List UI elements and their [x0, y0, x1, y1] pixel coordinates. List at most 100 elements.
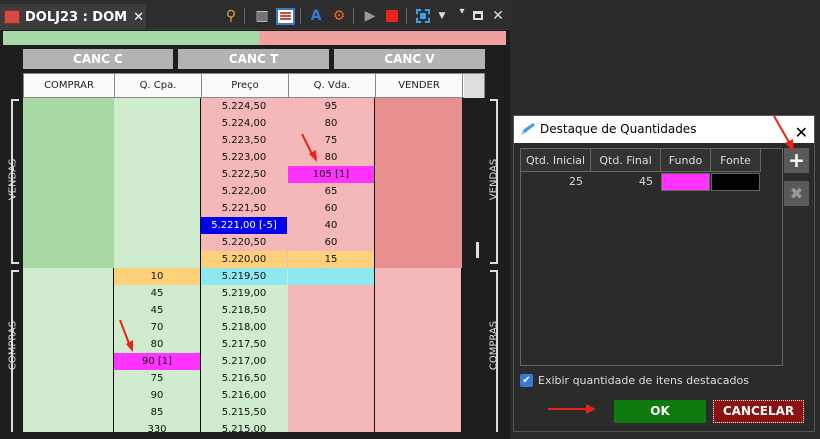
price-cell[interactable]: 5.218,00 [201, 319, 287, 336]
qvda-cell[interactable]: 60 [288, 200, 374, 217]
qcpa-column: 10 45 45 70 80 90 [1] 75 90 85 330 [114, 98, 201, 435]
best-bid-band [288, 268, 374, 285]
qcpa-cell[interactable]: 45 [114, 285, 200, 302]
canc-v-button[interactable]: CANC V [334, 49, 485, 69]
price-cell[interactable]: 5.217,00 [201, 353, 287, 370]
header-comprar[interactable]: COMPRAR [24, 74, 115, 98]
price-cell[interactable]: 5.217,50 [201, 336, 287, 353]
price-cell[interactable]: 5.224,50 [201, 98, 287, 115]
red-arrow-qvda [301, 133, 317, 162]
cell-fundo-color[interactable] [661, 173, 710, 191]
close-window-icon[interactable]: ✕ [489, 7, 507, 25]
qvda-cell[interactable]: 15 [288, 251, 374, 268]
cell-qtd-inicial[interactable]: 25 [521, 173, 591, 191]
header-spacer [464, 74, 484, 98]
vender-sell-zone [375, 98, 462, 268]
grid-view-icon[interactable] [276, 8, 295, 25]
price-cell[interactable]: 5.218,50 [201, 302, 287, 319]
tab-bar: DOLJ23 : DOM ✕ ⚲ ▥ A ⚙ ▶ ▼ ▾ ✕ [0, 0, 510, 30]
price-cell[interactable]: 5.216,00 [201, 387, 287, 404]
compras-label-left: COMPRAS [7, 320, 19, 371]
select-icon[interactable] [416, 9, 430, 23]
columns-icon[interactable]: ▥ [253, 7, 271, 25]
qvda-cell[interactable]: 95 [288, 98, 374, 115]
play-icon[interactable]: ▶ [361, 7, 379, 25]
vendas-label-left: VENDAS [7, 158, 19, 201]
qcpa-cell[interactable]: 75 [114, 370, 200, 387]
tab-title: DOLJ23 : DOM [25, 9, 128, 25]
header-vender[interactable]: VENDER [376, 74, 463, 98]
price-cell[interactable]: 5.224,00 [201, 115, 287, 132]
qcpa-cell[interactable]: 90 [114, 387, 200, 404]
col-fonte: Fonte [711, 149, 761, 172]
dropdown-icon[interactable]: ▼ [433, 7, 451, 25]
price-cell[interactable]: 5.222,00 [201, 183, 287, 200]
imbalance-bar [3, 31, 506, 45]
stop-icon[interactable] [386, 10, 398, 22]
key-filter-icon[interactable]: ⚲ [222, 7, 240, 25]
checkbox-label: Exibir quantidade de itens destacados [538, 374, 749, 387]
ok-button[interactable]: OK [614, 400, 706, 423]
header-qcpa: Q. Cpa. [115, 74, 202, 98]
qvda-cell[interactable]: 60 [288, 234, 374, 251]
price-cell[interactable]: 5.216,50 [201, 370, 287, 387]
price-cell[interactable]: 5.219,00 [201, 285, 287, 302]
remove-row-button[interactable]: ✖ [784, 181, 809, 206]
dialog-title-bar: Destaque de Quantidades ✕ [514, 116, 814, 143]
dom-window: DOLJ23 : DOM ✕ ⚲ ▥ A ⚙ ▶ ▼ ▾ ✕ CANC C CA… [0, 0, 510, 439]
grid-icon [4, 10, 20, 24]
price-cell[interactable]: 5.220,00 [201, 251, 287, 268]
dialog-title: Destaque de Quantidades [540, 122, 697, 136]
tab-dom[interactable]: DOLJ23 : DOM ✕ [0, 4, 146, 30]
qcpa-cell[interactable]: 330 [114, 421, 200, 438]
red-arrow-add [773, 115, 794, 152]
price-cell[interactable]: 5.215,50 [201, 404, 287, 421]
book-header: COMPRAR Q. Cpa. Preço Q. Vda. VENDER [23, 73, 485, 98]
canc-c-button[interactable]: CANC C [23, 49, 173, 69]
canc-t-button[interactable]: CANC T [178, 49, 329, 69]
comprar-column[interactable] [23, 98, 114, 432]
gear-icon[interactable]: ⚙ [330, 7, 348, 25]
price-cell[interactable]: 5.219,50 [201, 268, 287, 285]
red-arrow-qcpa [119, 319, 133, 352]
price-cell[interactable]: 5.223,50 [201, 132, 287, 149]
col-qtd-inicial: Qtd. Inicial [521, 149, 591, 172]
show-count-checkbox[interactable]: ✔ Exibir quantidade de itens destacados [520, 374, 749, 387]
edit-text-icon[interactable]: A [307, 7, 325, 25]
vender-column[interactable] [375, 98, 462, 432]
toolbar-divider [353, 8, 354, 24]
scroll-area [462, 98, 485, 432]
price-cell[interactable]: 5.223,00 [201, 149, 287, 166]
qvda-cell[interactable]: 80 [288, 115, 374, 132]
qcpa-cell[interactable]: 90 [1] [114, 353, 200, 370]
close-icon[interactable]: ✕ [133, 10, 144, 25]
destaque-dialog: Destaque de Quantidades ✕ Qtd. Inicial Q… [513, 115, 815, 432]
toolbar-divider [300, 8, 301, 24]
price-cell[interactable]: 5.221,50 [201, 200, 287, 217]
comprar-sell-zone [23, 98, 114, 268]
red-arrow-ok [548, 404, 596, 414]
qcpa-cell[interactable]: 10 [114, 268, 200, 285]
scroll-thumb[interactable] [476, 242, 479, 258]
checkbox-checked-icon[interactable]: ✔ [520, 374, 533, 387]
col-fundo: Fundo [661, 149, 711, 172]
price-cell[interactable]: 5.221,00 [-5] [201, 217, 287, 234]
header-preco: Preço [202, 74, 289, 98]
cell-fonte-color[interactable] [711, 173, 760, 191]
qvda-cell[interactable]: 105 [1] [288, 166, 374, 183]
cancel-button[interactable]: CANCELAR [713, 400, 804, 423]
maximize-icon[interactable] [473, 11, 483, 20]
price-cell[interactable]: 5.222,50 [201, 166, 287, 183]
toolbar-divider [406, 8, 407, 24]
qvda-cell[interactable]: 40 [288, 217, 374, 234]
price-cell[interactable]: 5.215,00 [201, 421, 287, 438]
pin-icon[interactable]: ▾ [453, 3, 471, 21]
col-qtd-final: Qtd. Final [591, 149, 661, 172]
preco-column: 5.224,50 5.224,00 5.223,50 5.223,00 5.222,50… [201, 98, 288, 435]
qcpa-cell[interactable]: 45 [114, 302, 200, 319]
cell-qtd-final[interactable]: 45 [591, 173, 661, 191]
qvda-cell[interactable]: 65 [288, 183, 374, 200]
price-cell[interactable]: 5.220,50 [201, 234, 287, 251]
qcpa-cell[interactable]: 85 [114, 404, 200, 421]
vendas-label-right: VENDAS [488, 158, 500, 201]
